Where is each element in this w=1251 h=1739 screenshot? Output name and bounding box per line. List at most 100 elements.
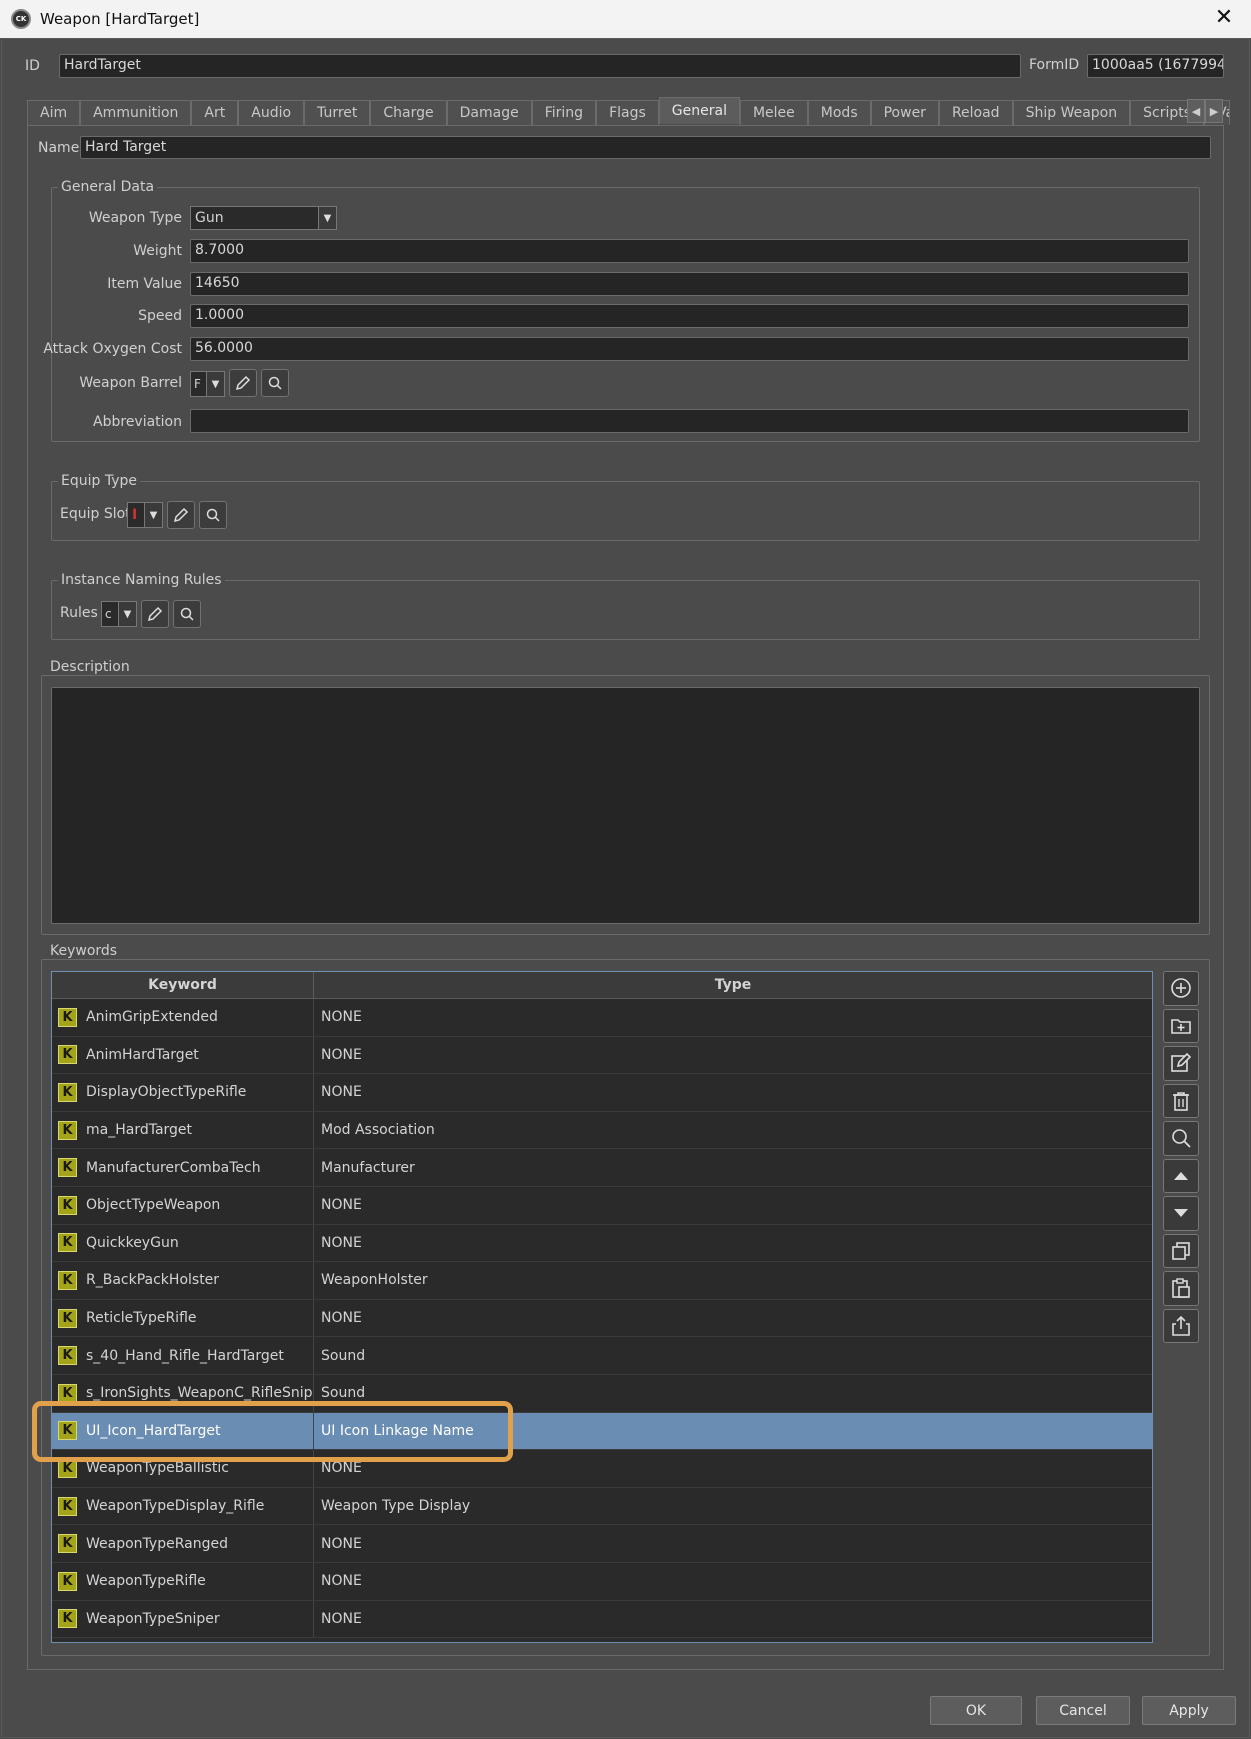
tab-reload[interactable]: Reload bbox=[938, 100, 1013, 125]
share-icon bbox=[1172, 1315, 1190, 1336]
keyword-cell: K WeaponTypeDisplay_Rifle bbox=[52, 1487, 314, 1525]
keyword-cell: Kma_HardTarget bbox=[52, 1111, 314, 1149]
weight-label: Weight bbox=[133, 243, 182, 259]
attack-oxygen-field[interactable]: 56.0000 bbox=[190, 337, 1189, 361]
attack-oxygen-label: Attack Oxygen Cost bbox=[43, 341, 182, 357]
abbreviation-label: Abbreviation bbox=[93, 414, 182, 430]
name-label: Name bbox=[38, 140, 80, 156]
weapon-barrel-edit-button[interactable] bbox=[229, 369, 257, 397]
move-down-button[interactable] bbox=[1163, 1196, 1199, 1231]
tab-melee[interactable]: Melee bbox=[739, 100, 808, 125]
tab-art[interactable]: Art bbox=[191, 100, 239, 125]
weapon-type-value: Gun bbox=[195, 210, 224, 226]
keyword-cell: K ManufacturerCombaTech bbox=[52, 1149, 314, 1186]
tab-firing[interactable]: Firing bbox=[531, 100, 597, 125]
folder-plus-icon bbox=[1171, 1018, 1191, 1034]
plus-circle-icon bbox=[1171, 978, 1191, 999]
ok-button[interactable]: OK bbox=[930, 1696, 1022, 1725]
rules-search-button[interactable] bbox=[173, 600, 201, 628]
delete-keyword-button[interactable] bbox=[1163, 1083, 1199, 1118]
apply-button[interactable]: Apply bbox=[1142, 1696, 1236, 1725]
search-icon bbox=[180, 607, 194, 621]
table-row[interactable]: K QuickkeyGun NONE bbox=[52, 1224, 1152, 1263]
name-field[interactable]: Hard Target bbox=[80, 136, 1211, 159]
move-up-button[interactable] bbox=[1163, 1158, 1199, 1193]
weapon-barrel-label: Weapon Barrel bbox=[79, 375, 182, 391]
type-cell: NONE bbox=[314, 1300, 1152, 1337]
table-row[interactable]: K WeaponTypeDisplay_Rifle Weapon Type Disp… bbox=[52, 1487, 1152, 1526]
edit-keyword-button[interactable] bbox=[1163, 1046, 1199, 1081]
add-keyword-button[interactable] bbox=[1163, 971, 1199, 1006]
keyword-name: WeaponTypeDisplay_Rifle bbox=[86, 1498, 265, 1515]
tab-audio[interactable]: Audio bbox=[238, 100, 305, 125]
tab-aim[interactable]: Aim bbox=[27, 100, 81, 125]
type-cell: NONE bbox=[314, 1074, 1152, 1111]
cancel-button[interactable]: Cancel bbox=[1036, 1696, 1130, 1725]
keyword-name: s_40_Hand_Rifle_HardTarget bbox=[86, 1347, 284, 1364]
tab-general[interactable]: General bbox=[658, 97, 740, 124]
paste-button[interactable] bbox=[1163, 1271, 1199, 1306]
column-header-keyword[interactable]: Keyword bbox=[52, 972, 314, 998]
paste-icon bbox=[1172, 1278, 1190, 1299]
keyword-name: ObjectTypeWeapon bbox=[86, 1197, 221, 1214]
equip-slot-search-button[interactable] bbox=[199, 501, 227, 529]
item-value-field[interactable]: 14650 bbox=[190, 272, 1189, 296]
column-header-type[interactable]: Type bbox=[314, 972, 1152, 998]
weapon-barrel-select[interactable]: F ▼ bbox=[190, 371, 225, 397]
table-row[interactable]: K WeaponTypeSniper NONE bbox=[52, 1600, 1152, 1639]
tab-flags[interactable]: Flags bbox=[596, 100, 659, 125]
keyword-type: NONE bbox=[321, 1460, 362, 1477]
table-row[interactable]: K ManufacturerCombaTech Manufacturer bbox=[52, 1149, 1152, 1187]
naming-rules-title: Instance Naming Rules bbox=[58, 572, 225, 588]
id-field[interactable]: HardTarget bbox=[59, 54, 1021, 78]
tab-charge[interactable]: Charge bbox=[370, 100, 447, 125]
table-row[interactable]: Kma_HardTarget Mod Association bbox=[52, 1111, 1152, 1150]
keyword-cell: K AnimHardTarget bbox=[52, 1036, 314, 1074]
tab-scroll-left-icon[interactable]: ◀ bbox=[1187, 99, 1205, 123]
table-row[interactable]: Ks_40_Hand_Rifle_HardTarget Sound bbox=[52, 1337, 1152, 1375]
abbreviation-field[interactable] bbox=[190, 409, 1189, 433]
table-row[interactable]: K DisplayObjectTypeRifle NONE bbox=[52, 1074, 1152, 1112]
rules-edit-button[interactable] bbox=[141, 600, 169, 628]
export-button[interactable] bbox=[1163, 1308, 1199, 1343]
equip-slot-edit-button[interactable] bbox=[167, 501, 195, 529]
table-row[interactable]: K R_BackPackHolster WeaponHolster bbox=[52, 1262, 1152, 1300]
rules-select[interactable]: c ▼ bbox=[101, 601, 137, 627]
table-row[interactable]: K ReticleTypeRifle NONE bbox=[52, 1299, 1152, 1338]
keyword-type: Sound bbox=[321, 1385, 366, 1402]
id-label: ID bbox=[25, 58, 40, 74]
table-row[interactable]: K WeaponTypeRifle NONE bbox=[52, 1562, 1152, 1601]
type-cell: Weapon Type Display bbox=[314, 1488, 1152, 1525]
tab-scroll-right-icon[interactable]: ▶ bbox=[1205, 99, 1223, 123]
table-row[interactable]: K AnimHardTarget NONE bbox=[52, 1036, 1152, 1075]
tab-turret[interactable]: Turret bbox=[304, 100, 371, 125]
item-value-label: Item Value bbox=[107, 276, 182, 292]
tab-damage[interactable]: Damage bbox=[446, 100, 532, 125]
equip-slot-select[interactable]: I ▼ bbox=[127, 502, 163, 528]
add-from-folder-button[interactable] bbox=[1163, 1008, 1199, 1043]
tab-ship-weapon[interactable]: Ship Weapon bbox=[1012, 100, 1131, 125]
weight-field[interactable]: 8.7000 bbox=[190, 239, 1189, 263]
speed-label: Speed bbox=[138, 308, 182, 324]
description-textarea[interactable] bbox=[51, 687, 1200, 924]
weapon-barrel-search-button[interactable] bbox=[261, 369, 289, 397]
copy-button[interactable] bbox=[1163, 1233, 1199, 1268]
keyword-icon: K bbox=[58, 1270, 77, 1290]
tab-mods[interactable]: Mods bbox=[807, 100, 871, 125]
keyword-icon: K bbox=[58, 1120, 77, 1140]
table-body: K AnimGripExtended NONE K AnimHardTarget NONE… bbox=[52, 999, 1152, 1639]
close-button[interactable]: ✕ bbox=[1211, 6, 1237, 32]
weapon-type-select[interactable]: Gun ▼ bbox=[190, 206, 337, 230]
tab-ammunition[interactable]: Ammunition bbox=[80, 100, 192, 125]
keyword-type: NONE bbox=[321, 1084, 362, 1101]
table-row[interactable]: K ObjectTypeWeapon NONE bbox=[52, 1186, 1152, 1225]
speed-field[interactable]: 1.0000 bbox=[190, 304, 1189, 328]
table-row[interactable]: K WeaponTypeRanged NONE bbox=[52, 1525, 1152, 1563]
weapon-barrel-value: F bbox=[194, 377, 201, 391]
keyword-name: ma_HardTarget bbox=[86, 1122, 193, 1139]
keyword-cell: K R_BackPackHolster bbox=[52, 1262, 314, 1299]
table-row[interactable]: K AnimGripExtended NONE bbox=[52, 999, 1152, 1037]
find-keyword-button[interactable] bbox=[1163, 1121, 1199, 1156]
type-cell: NONE bbox=[314, 1225, 1152, 1262]
tab-power[interactable]: Power bbox=[870, 100, 939, 125]
